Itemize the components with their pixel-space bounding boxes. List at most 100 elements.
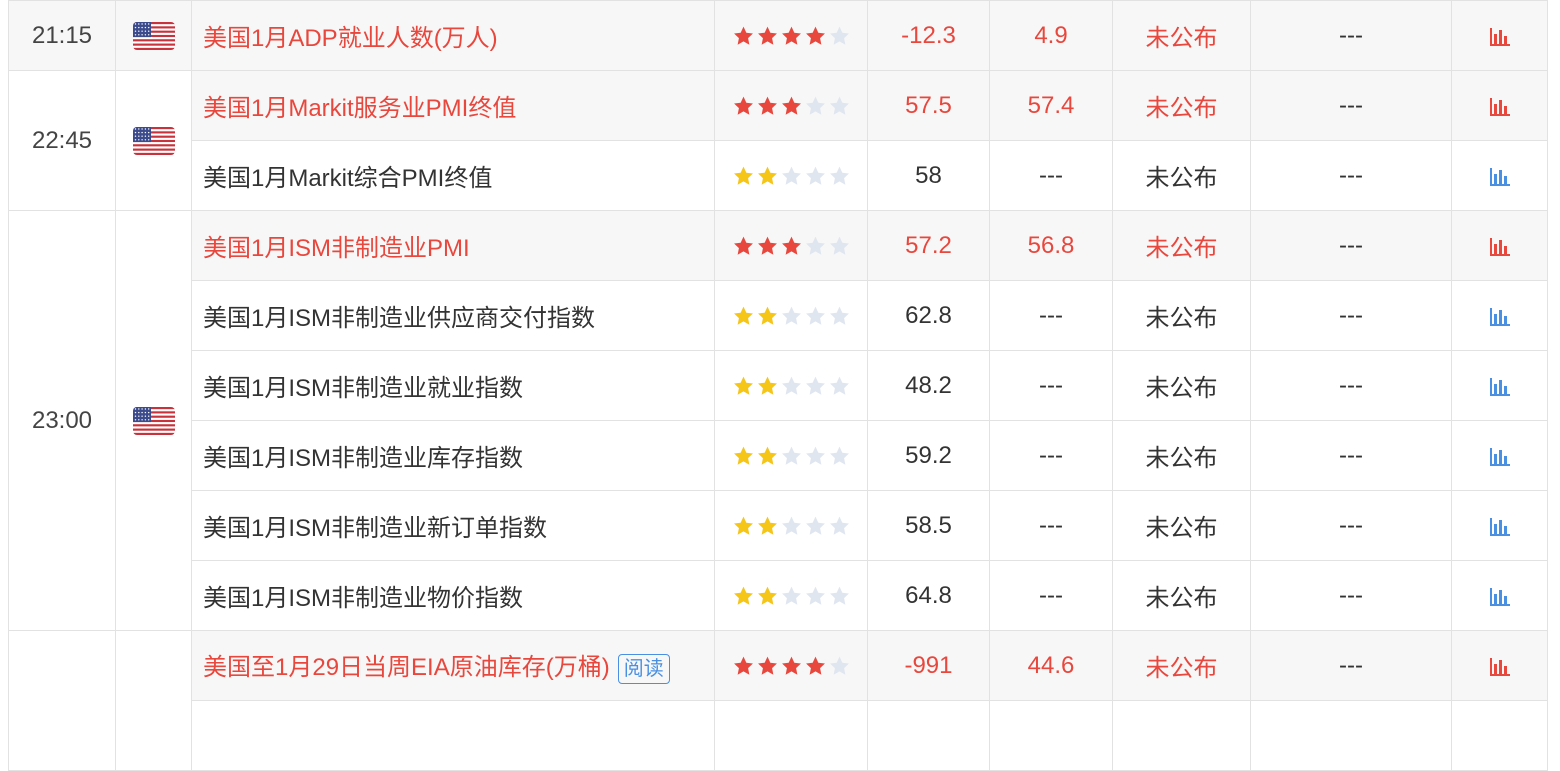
- actual-value: 未公布: [1112, 420, 1251, 491]
- star-filled-icon: [756, 235, 779, 257]
- table-row[interactable]: 美国1月Markit综合PMI终值 58 --- 未公布 ---: [9, 140, 1548, 211]
- bar-chart-icon[interactable]: [1489, 96, 1511, 117]
- table-row[interactable]: 美国1月ISM非制造业库存指数 59.2 --- 未公布 ---: [9, 420, 1548, 491]
- star-filled-icon: [732, 375, 755, 397]
- event-name[interactable]: 美国1月Markit服务业PMI终值: [203, 95, 516, 122]
- importance-stars-cell: [714, 280, 868, 351]
- actual-value: 未公布: [1112, 350, 1251, 421]
- star-filled-icon: [780, 235, 803, 257]
- previous-value: 62.8: [867, 280, 990, 351]
- previous-value: -991: [867, 630, 990, 701]
- event-time: 23:00: [8, 210, 116, 631]
- event-name-cell: [191, 700, 715, 771]
- star-filled-icon: [756, 445, 779, 467]
- importance-rating: [732, 445, 851, 467]
- star-empty-icon: [804, 445, 827, 467]
- table-row[interactable]: 美国1月ISM非制造业物价指数 64.8 --- 未公布 ---: [9, 560, 1548, 631]
- table-row[interactable]: 22:45 美国1月Markit服务业PMI终值 57.5 57.4 未公布 ---: [8, 70, 1548, 211]
- star-filled-icon: [732, 95, 755, 117]
- importance-rating: [732, 235, 851, 257]
- event-name[interactable]: 美国1月ISM非制造业新订单指数: [203, 515, 547, 542]
- star-empty-icon: [780, 375, 803, 397]
- us-flag-icon: [132, 126, 175, 155]
- actual-value: 未公布: [1112, 140, 1251, 211]
- impact-value: ---: [1250, 630, 1452, 701]
- table-row[interactable]: 23:00 美国1月ISM非制造业PMI 57.2 56.8 未公布 ---: [8, 210, 1548, 631]
- star-filled-icon: [780, 655, 803, 677]
- bar-chart-icon[interactable]: [1489, 26, 1511, 47]
- country-flag-cell: [115, 70, 192, 211]
- bar-chart-icon[interactable]: [1489, 586, 1511, 607]
- forecast-value: ---: [989, 560, 1113, 631]
- bar-chart-icon[interactable]: [1489, 376, 1511, 397]
- chart-cell: [1451, 280, 1548, 351]
- importance-rating: [732, 25, 851, 47]
- actual-value: 未公布: [1112, 490, 1251, 561]
- impact-value: ---: [1250, 490, 1452, 561]
- event-name[interactable]: 美国1月ADP就业人数(万人): [203, 25, 498, 52]
- importance-stars-cell: [714, 630, 868, 701]
- event-name-cell: 美国1月ISM非制造业就业指数: [191, 350, 715, 421]
- star-empty-icon: [804, 165, 827, 187]
- table-row[interactable]: 21:15 美国1月ADP就业人数(万人) -12.3 4.9 未公布 ---: [8, 0, 1548, 71]
- impact-value: ---: [1250, 210, 1452, 281]
- star-filled-icon: [732, 585, 755, 607]
- impact-value: ---: [1250, 350, 1452, 421]
- actual-value: 未公布: [1112, 280, 1251, 351]
- bar-chart-icon[interactable]: [1489, 306, 1511, 327]
- bar-chart-icon[interactable]: [1489, 516, 1511, 537]
- bar-chart-icon[interactable]: [1489, 446, 1511, 467]
- importance-rating: [732, 585, 851, 607]
- event-name-cell: 美国1月ADP就业人数(万人): [191, 0, 715, 71]
- table-row[interactable]: 美国1月ISM非制造业供应商交付指数 62.8 --- 未公布 ---: [9, 280, 1548, 351]
- previous-value: 58: [867, 140, 990, 211]
- importance-stars-cell: [714, 140, 868, 211]
- table-row[interactable]: 美国1月ISM非制造业新订单指数 58.5 --- 未公布 ---: [9, 490, 1548, 561]
- forecast-value: ---: [989, 140, 1113, 211]
- chart-cell: [1451, 700, 1548, 771]
- event-name[interactable]: 美国1月ISM非制造业就业指数: [203, 375, 523, 402]
- importance-stars-cell: [714, 560, 868, 631]
- event-name[interactable]: 美国1月ISM非制造业库存指数: [203, 445, 523, 472]
- star-empty-icon: [828, 165, 851, 187]
- actual-value: 未公布: [1112, 70, 1251, 141]
- economic-calendar-table: 21:15 美国1月ADP就业人数(万人) -12.3 4.9 未公布 --- 22:45…: [8, 0, 1548, 771]
- forecast-value: 44.6: [989, 630, 1113, 701]
- star-filled-icon: [780, 95, 803, 117]
- event-name[interactable]: 美国至1月29日当周EIA原油库存(万桶): [203, 654, 610, 681]
- table-row[interactable]: 美国1月ISM非制造业就业指数 48.2 --- 未公布 ---: [9, 350, 1548, 421]
- impact-value: ---: [1250, 0, 1452, 71]
- read-badge[interactable]: 阅读: [617, 653, 670, 684]
- previous-value: 59.2: [867, 420, 990, 491]
- chart-cell: [1451, 630, 1548, 701]
- star-filled-icon: [732, 165, 755, 187]
- chart-cell: [1451, 420, 1548, 491]
- event-name-cell: 美国1月ISM非制造业库存指数: [191, 420, 715, 491]
- importance-stars-cell: [714, 70, 868, 141]
- event-name[interactable]: 美国1月ISM非制造业供应商交付指数: [203, 305, 595, 332]
- table-row[interactable]: 美国至1月29日当周EIA原油库存(万桶) 阅读 -991 44.6 未公布 ---: [8, 630, 1548, 771]
- star-filled-icon: [804, 655, 827, 677]
- chart-cell: [1451, 350, 1548, 421]
- event-name[interactable]: 美国1月ISM非制造业物价指数: [203, 585, 523, 612]
- importance-rating: [732, 515, 851, 537]
- chart-cell: [1451, 140, 1548, 211]
- importance-rating: [732, 305, 851, 327]
- event-name[interactable]: 美国1月Markit综合PMI终值: [203, 165, 492, 192]
- star-empty-icon: [828, 375, 851, 397]
- previous-value: -12.3: [867, 0, 990, 71]
- event-name-cell: 美国至1月29日当周EIA原油库存(万桶) 阅读: [191, 630, 715, 701]
- bar-chart-icon[interactable]: [1489, 236, 1511, 257]
- bar-chart-icon[interactable]: [1489, 656, 1511, 677]
- table-row[interactable]: [9, 700, 1548, 771]
- star-empty-icon: [804, 235, 827, 257]
- event-name-cell: 美国1月ISM非制造业新订单指数: [191, 490, 715, 561]
- star-filled-icon: [732, 655, 755, 677]
- event-name[interactable]: 美国1月ISM非制造业PMI: [203, 235, 470, 262]
- star-empty-icon: [828, 515, 851, 537]
- actual-value: 未公布: [1112, 630, 1251, 701]
- forecast-value: ---: [989, 490, 1113, 561]
- bar-chart-icon[interactable]: [1489, 166, 1511, 187]
- importance-stars-cell: [714, 700, 868, 771]
- star-filled-icon: [732, 305, 755, 327]
